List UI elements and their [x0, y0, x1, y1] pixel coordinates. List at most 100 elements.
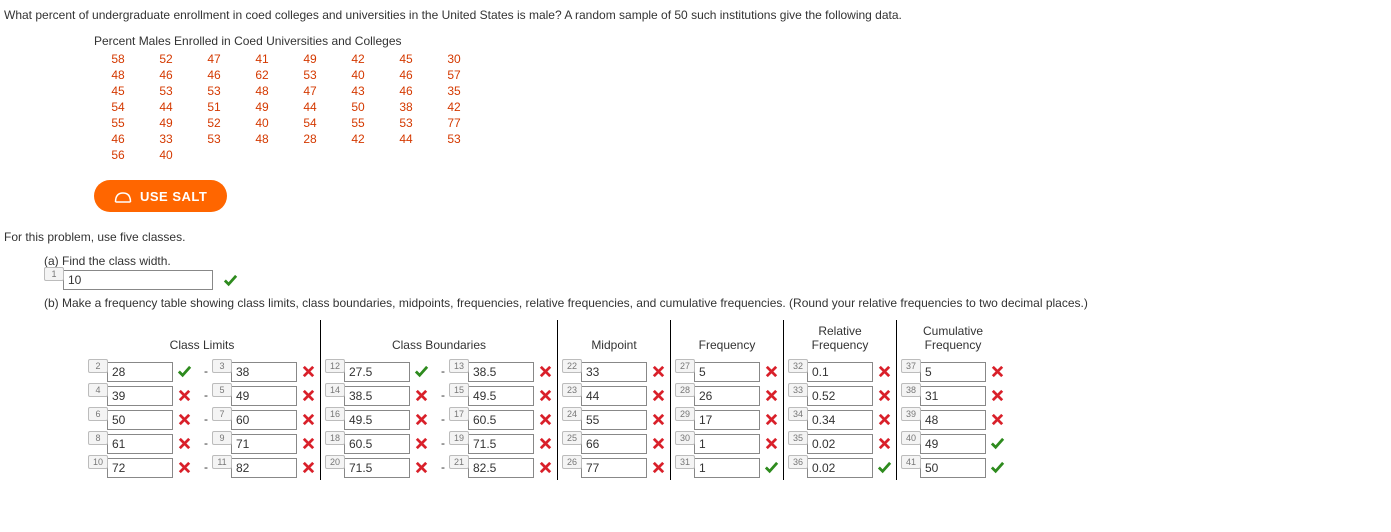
badge: 5 — [212, 383, 232, 397]
badge: 41 — [901, 455, 921, 469]
badge: 37 — [901, 359, 921, 373]
frequency-input[interactable] — [694, 434, 760, 454]
relative-frequency-input[interactable] — [807, 362, 873, 382]
data-title: Percent Males Enrolled in Coed Universit… — [94, 34, 1391, 48]
lower-boundary-input[interactable] — [344, 362, 410, 382]
cumulative-frequency-input[interactable] — [920, 458, 986, 478]
frequency-input[interactable] — [694, 410, 760, 430]
cross-icon — [651, 460, 666, 475]
data-cell: 46 — [94, 132, 142, 146]
relative-frequency-input[interactable] — [807, 458, 873, 478]
cross-icon — [538, 364, 553, 379]
data-cell: 38 — [382, 100, 430, 114]
lower-limit-input[interactable] — [107, 362, 173, 382]
lower-boundary-input[interactable] — [344, 434, 410, 454]
cumulative-frequency-input[interactable] — [920, 362, 986, 382]
lower-boundary-input[interactable] — [344, 458, 410, 478]
frequency-input[interactable] — [694, 362, 760, 382]
use-salt-button[interactable]: USE SALT — [94, 180, 227, 212]
dash: - — [200, 436, 212, 450]
cross-icon — [301, 364, 316, 379]
badge: 19 — [449, 431, 469, 445]
midpoint-input[interactable] — [581, 458, 647, 478]
cross-icon — [764, 412, 779, 427]
data-cell: 53 — [190, 84, 238, 98]
upper-boundary-input[interactable] — [468, 386, 534, 406]
badge: 16 — [325, 407, 345, 421]
data-cell: 41 — [238, 52, 286, 66]
midpoint-input[interactable] — [581, 410, 647, 430]
data-cell: 49 — [286, 52, 334, 66]
upper-limit-input[interactable] — [231, 410, 297, 430]
lower-limit-input[interactable] — [107, 410, 173, 430]
lower-limit-input[interactable] — [107, 386, 173, 406]
data-cell: 40 — [238, 116, 286, 130]
cross-icon — [414, 412, 429, 427]
cross-icon — [990, 388, 1005, 403]
cumulative-frequency-input[interactable] — [920, 434, 986, 454]
upper-limit-input[interactable] — [231, 458, 297, 478]
badge: 24 — [562, 407, 582, 421]
midpoint-input[interactable] — [581, 386, 647, 406]
question-text: What percent of undergraduate enrollment… — [4, 8, 1391, 22]
data-cell: 53 — [382, 116, 430, 130]
upper-limit-input[interactable] — [231, 434, 297, 454]
check-icon — [414, 364, 429, 379]
data-cell: 57 — [430, 68, 478, 82]
badge: 17 — [449, 407, 469, 421]
badge: 28 — [675, 383, 695, 397]
cross-icon — [651, 412, 666, 427]
upper-boundary-input[interactable] — [468, 434, 534, 454]
data-cell: 62 — [238, 68, 286, 82]
cross-icon — [301, 460, 316, 475]
data-cell — [286, 148, 334, 162]
data-cell: 47 — [286, 84, 334, 98]
data-cell: 49 — [238, 100, 286, 114]
data-cell: 53 — [286, 68, 334, 82]
midpoint-input[interactable] — [581, 434, 647, 454]
upper-limit-input[interactable] — [231, 362, 297, 382]
relative-frequency-input[interactable] — [807, 386, 873, 406]
data-cell: 42 — [334, 52, 382, 66]
dash: - — [437, 460, 449, 474]
badge: 7 — [212, 407, 232, 421]
class-width-input[interactable] — [63, 270, 213, 290]
data-cell: 49 — [142, 116, 190, 130]
table-row: 8-918-1925303540 — [84, 432, 1009, 456]
dash: - — [437, 412, 449, 426]
cross-icon — [177, 388, 192, 403]
cumulative-frequency-input[interactable] — [920, 386, 986, 406]
lower-limit-input[interactable] — [107, 434, 173, 454]
table-row: 10-1120-2126313641 — [84, 456, 1009, 480]
data-cell: 47 — [190, 52, 238, 66]
lower-limit-input[interactable] — [107, 458, 173, 478]
use-salt-label: USE SALT — [140, 189, 207, 204]
upper-boundary-input[interactable] — [468, 362, 534, 382]
badge: 14 — [325, 383, 345, 397]
badge: 32 — [788, 359, 808, 373]
data-cell: 48 — [94, 68, 142, 82]
header-class-boundaries: Class Boundaries — [321, 320, 558, 360]
dash: - — [437, 436, 449, 450]
cumulative-frequency-input[interactable] — [920, 410, 986, 430]
data-cell — [430, 148, 478, 162]
badge: 13 — [449, 359, 469, 373]
badge: 35 — [788, 431, 808, 445]
frequency-input[interactable] — [694, 458, 760, 478]
relative-frequency-input[interactable] — [807, 410, 873, 430]
badge: 20 — [325, 455, 345, 469]
frequency-input[interactable] — [694, 386, 760, 406]
lower-boundary-input[interactable] — [344, 410, 410, 430]
lower-boundary-input[interactable] — [344, 386, 410, 406]
upper-limit-input[interactable] — [231, 386, 297, 406]
midpoint-input[interactable] — [581, 362, 647, 382]
upper-boundary-input[interactable] — [468, 458, 534, 478]
badge: 4 — [88, 383, 108, 397]
salt-icon — [114, 188, 132, 204]
relative-frequency-input[interactable] — [807, 434, 873, 454]
upper-boundary-input[interactable] — [468, 410, 534, 430]
cross-icon — [538, 436, 553, 451]
badge: 9 — [212, 431, 232, 445]
data-cell: 28 — [286, 132, 334, 146]
badge: 21 — [449, 455, 469, 469]
